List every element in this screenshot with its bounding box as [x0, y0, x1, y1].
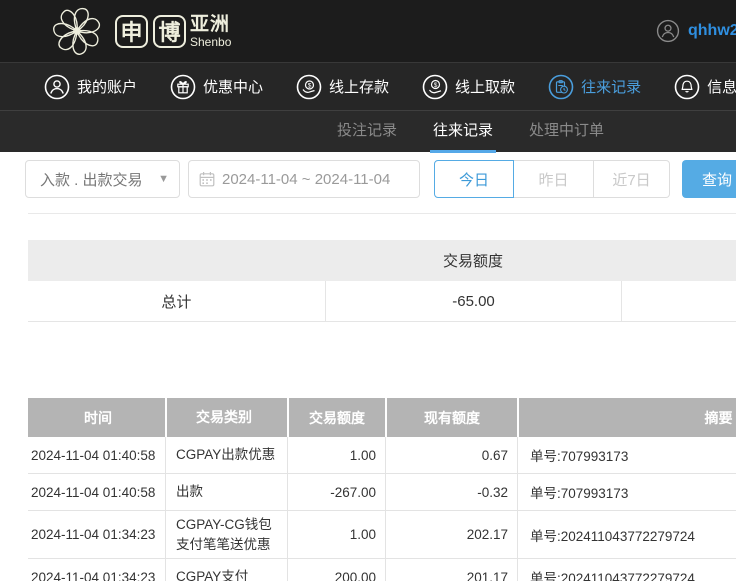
summary-header-amount: 交易额度	[325, 240, 622, 281]
tab-transaction-records[interactable]: 往来记录	[430, 111, 496, 153]
logo-region-cn: 亚洲	[190, 15, 231, 34]
cell-type: CGPAY出款优惠	[165, 437, 287, 473]
svg-text:$: $	[434, 81, 438, 88]
nav-item-promotions[interactable]: 优惠中心	[170, 74, 263, 100]
cell-amount: 1.00	[287, 511, 385, 558]
logo-region: 亚洲 Shenbo	[190, 15, 231, 48]
nav-label: 线上取款	[455, 76, 515, 97]
nav-label: 往来记录	[581, 76, 641, 97]
quick-range-group: 今日 昨日 近7日	[434, 160, 670, 198]
nav-item-messages[interactable]: 信息	[674, 74, 736, 100]
cell-note: 单号:707993173	[517, 474, 736, 510]
user-avatar-icon	[656, 19, 680, 43]
summary-total-value: -65.00	[325, 281, 622, 321]
logo-region-en: Shenbo	[190, 36, 231, 48]
table-row: 2024-11-04 01:40:58 CGPAY出款优惠 1.00 0.67 …	[28, 437, 736, 474]
cell-balance: 0.67	[385, 437, 517, 473]
user-icon	[44, 74, 70, 100]
bell-icon	[674, 74, 700, 100]
nav-label: 优惠中心	[203, 76, 263, 97]
cell-balance: -0.32	[385, 474, 517, 510]
date-range-value: 2024-11-04 ~ 2024-11-04	[222, 171, 390, 188]
nav-label: 线上存款	[329, 76, 389, 97]
logo-char-shen: 申	[115, 15, 148, 48]
table-row: 2024-11-04 01:34:23 CGPAY-CG钱包支付笔笔送优惠 1.…	[28, 511, 736, 559]
brand-logo[interactable]: 申 博 亚洲 Shenbo	[52, 5, 231, 57]
tab-betting-records[interactable]: 投注记录	[334, 111, 400, 153]
calendar-icon	[199, 171, 215, 187]
svg-text:$: $	[308, 82, 312, 89]
flower-logo-icon	[52, 5, 102, 57]
cell-note: 单号:202411043772279724	[517, 511, 736, 558]
sub-nav: 投注记录 往来记录 处理中订单	[0, 110, 736, 152]
date-range-input[interactable]: 2024-11-04 ~ 2024-11-04	[188, 160, 420, 198]
nav-item-transaction-records[interactable]: 往来记录	[548, 74, 641, 100]
summary-table: 交易额度 总计 -65.00	[28, 240, 736, 322]
deposit-icon: $	[296, 74, 322, 100]
username-label: qhhw2	[688, 22, 736, 40]
cell-note: 单号:707993173	[517, 437, 736, 473]
top-header: 申 博 亚洲 Shenbo qhhw2	[0, 0, 736, 62]
cell-amount: 1.00	[287, 437, 385, 473]
cell-balance: 202.17	[385, 511, 517, 558]
transaction-type-value: 入款 . 出款交易	[40, 169, 143, 190]
summary-header-row: 交易额度	[28, 240, 736, 281]
summary-total-label: 总计	[28, 281, 325, 321]
col-header-time: 时间	[28, 398, 165, 437]
summary-total-row: 总计 -65.00	[28, 281, 736, 322]
cell-amount: -267.00	[287, 474, 385, 510]
records-icon	[548, 74, 574, 100]
cell-time: 2024-11-04 01:34:23	[28, 511, 165, 558]
cell-amount: 200.00	[287, 559, 385, 581]
col-header-note: 摘要	[517, 398, 736, 437]
nav-item-my-account[interactable]: 我的账户	[44, 74, 137, 100]
nav-label: 我的账户	[77, 76, 137, 97]
summary-header-empty	[28, 240, 325, 281]
cell-note: 单号:202411043772279724	[517, 559, 736, 581]
cell-time: 2024-11-04 01:40:58	[28, 437, 165, 473]
yesterday-button[interactable]: 昨日	[514, 160, 594, 198]
page: 申 博 亚洲 Shenbo qhhw2	[0, 0, 736, 581]
cell-balance: 201.17	[385, 559, 517, 581]
cell-time: 2024-11-04 01:40:58	[28, 474, 165, 510]
cell-type: 出款	[165, 474, 287, 510]
records-table: 时间 交易类别 交易额度 现有额度 摘要 2024-11-04 01:40:58…	[28, 398, 736, 581]
logo-char-bo: 博	[153, 15, 186, 48]
cell-time: 2024-11-04 01:34:23	[28, 559, 165, 581]
col-header-balance: 现有额度	[385, 398, 517, 437]
table-row: 2024-11-04 01:40:58 出款 -267.00 -0.32 单号:…	[28, 474, 736, 511]
cell-type: CGPAY支付	[165, 559, 287, 581]
table-row: 2024-11-04 01:34:23 CGPAY支付 200.00 201.1…	[28, 559, 736, 581]
search-button[interactable]: 查询	[682, 160, 736, 198]
last-7-days-button[interactable]: 近7日	[594, 160, 670, 198]
gift-icon	[170, 74, 196, 100]
section-divider	[28, 213, 736, 214]
cell-type: CGPAY-CG钱包支付笔笔送优惠	[165, 511, 287, 558]
tab-pending-orders[interactable]: 处理中订单	[526, 111, 607, 153]
summary-header-empty	[621, 240, 736, 281]
nav-item-deposit[interactable]: $ 线上存款	[296, 74, 389, 100]
nav-label: 信息	[707, 76, 736, 97]
summary-empty-cell	[621, 281, 736, 321]
today-button[interactable]: 今日	[434, 160, 514, 198]
chevron-down-icon: ▼	[158, 173, 169, 185]
transaction-type-select[interactable]: 入款 . 出款交易 ▼	[25, 160, 180, 198]
withdraw-icon: $	[422, 74, 448, 100]
col-header-amount: 交易额度	[287, 398, 385, 437]
main-nav: 我的账户 优惠中心 $	[0, 62, 736, 110]
account-menu[interactable]: qhhw2	[656, 0, 736, 62]
table-header-row: 时间 交易类别 交易额度 现有额度 摘要	[28, 398, 736, 437]
nav-item-withdraw[interactable]: $ 线上取款	[422, 74, 515, 100]
col-header-type: 交易类别	[165, 398, 287, 437]
filter-bar: 入款 . 出款交易 ▼ 2024-11-04 ~ 2024-11-04	[25, 160, 736, 198]
